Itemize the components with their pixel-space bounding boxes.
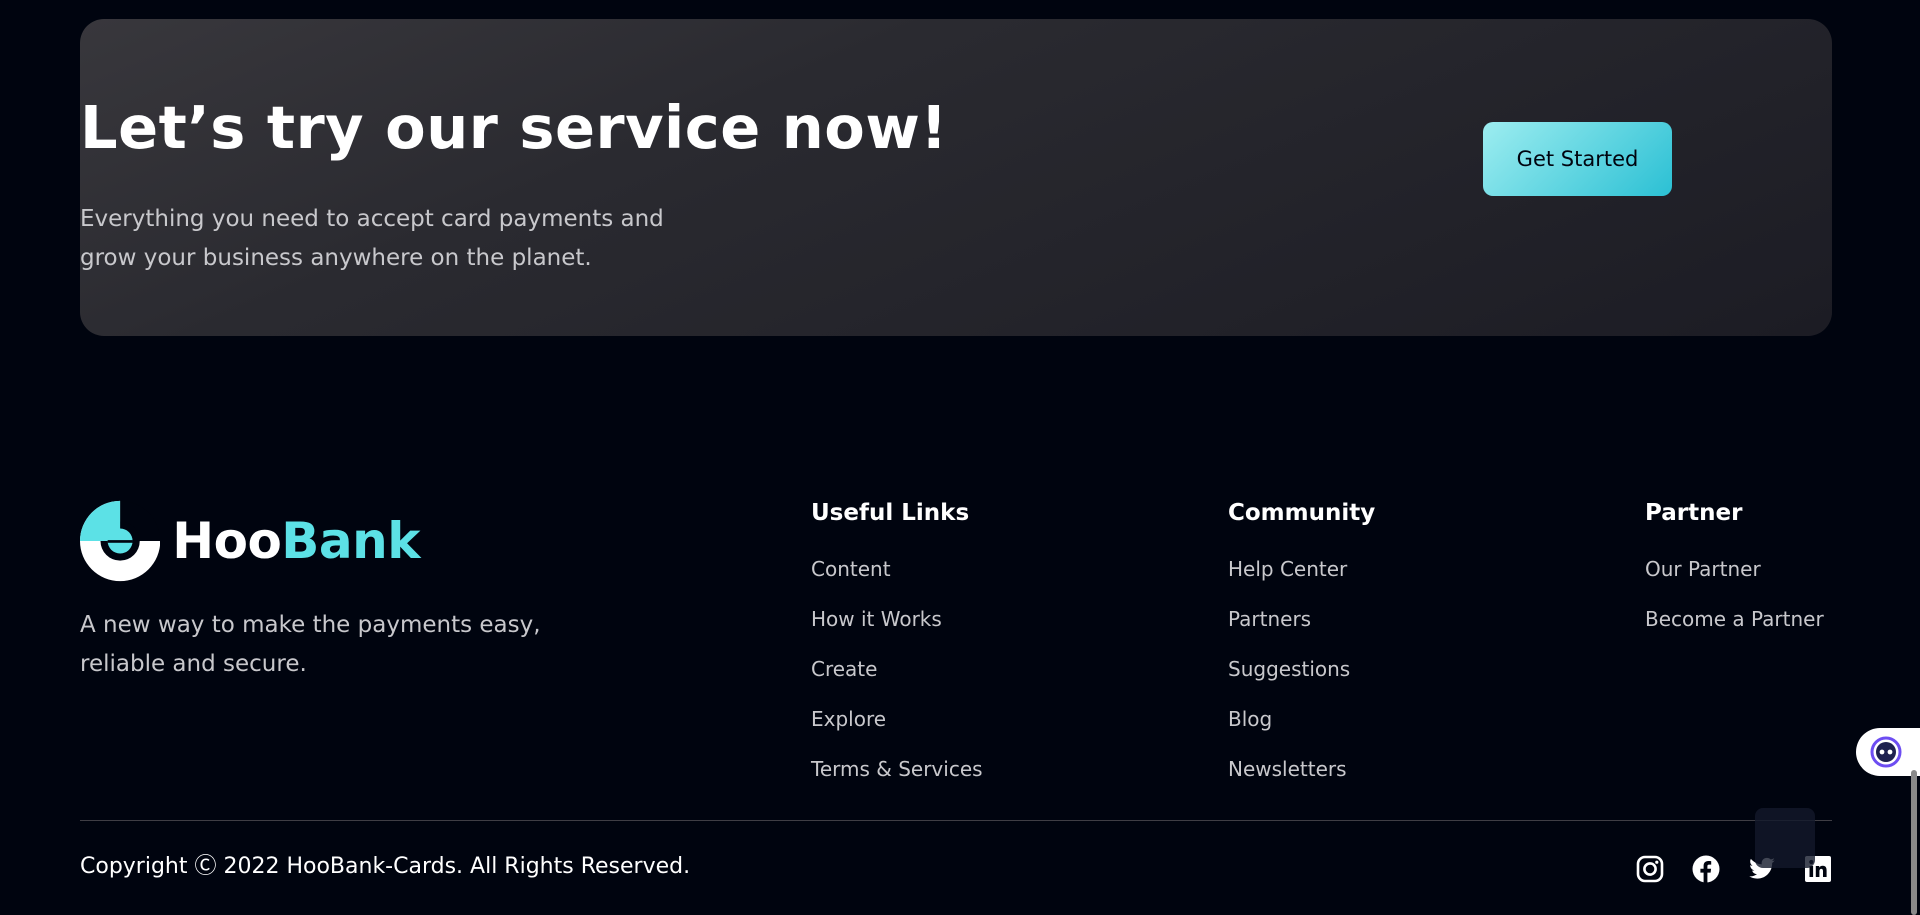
footer-divider: [80, 820, 1832, 821]
hoobank-logo[interactable]: HooBank: [80, 496, 420, 586]
footer-link-how-it-works[interactable]: How it Works: [811, 602, 983, 652]
brand-name-part1: Hoo: [172, 512, 282, 570]
get-started-button[interactable]: Get Started: [1483, 122, 1672, 196]
footer-link-terms-services[interactable]: Terms & Services: [811, 752, 983, 802]
footer-link-create[interactable]: Create: [811, 652, 983, 702]
floating-assistant-button[interactable]: [1856, 728, 1920, 776]
footer-column-community: Community Help Center Partners Suggestio…: [1228, 498, 1375, 802]
copyright-text: Copyright Ⓒ 2022 HooBank-Cards. All Righ…: [80, 854, 691, 879]
footer-link-help-center[interactable]: Help Center: [1228, 552, 1375, 602]
cta-text: Everything you need to accept card payme…: [80, 206, 664, 271]
footer-link-suggestions[interactable]: Suggestions: [1228, 652, 1375, 702]
footer-column-title: Partner: [1645, 500, 1743, 526]
brand-name-part2: Bank: [281, 512, 420, 570]
cta-title: Let’s try our service now!: [80, 93, 948, 162]
brand-name: HooBank: [172, 512, 420, 570]
footer-link-blog[interactable]: Blog: [1228, 702, 1375, 752]
footer-link-explore[interactable]: Explore: [811, 702, 983, 752]
footer-link-partners[interactable]: Partners: [1228, 602, 1375, 652]
facebook-icon[interactable]: [1692, 855, 1720, 883]
translucent-overlay-badge: [1755, 808, 1815, 868]
footer-column-title: Community: [1228, 500, 1376, 526]
scrollbar-thumb[interactable]: [1911, 770, 1917, 915]
footer-link-become-partner[interactable]: Become a Partner: [1645, 602, 1824, 652]
footer-column-useful-links: Useful Links Content How it Works Create…: [811, 498, 983, 802]
footer-link-newsletters[interactable]: Newsletters: [1228, 752, 1375, 802]
instagram-icon[interactable]: [1636, 855, 1664, 883]
footer-link-our-partner[interactable]: Our Partner: [1645, 552, 1824, 602]
footer-column-partner: Partner Our Partner Become a Partner: [1645, 498, 1824, 652]
footer-tagline: A new way to make the payments easy, rel…: [80, 612, 541, 677]
hoobank-logo-icon: [80, 500, 161, 582]
footer-column-title: Useful Links: [811, 500, 970, 526]
assistant-icon: [1870, 736, 1902, 768]
footer-link-content[interactable]: Content: [811, 552, 983, 602]
